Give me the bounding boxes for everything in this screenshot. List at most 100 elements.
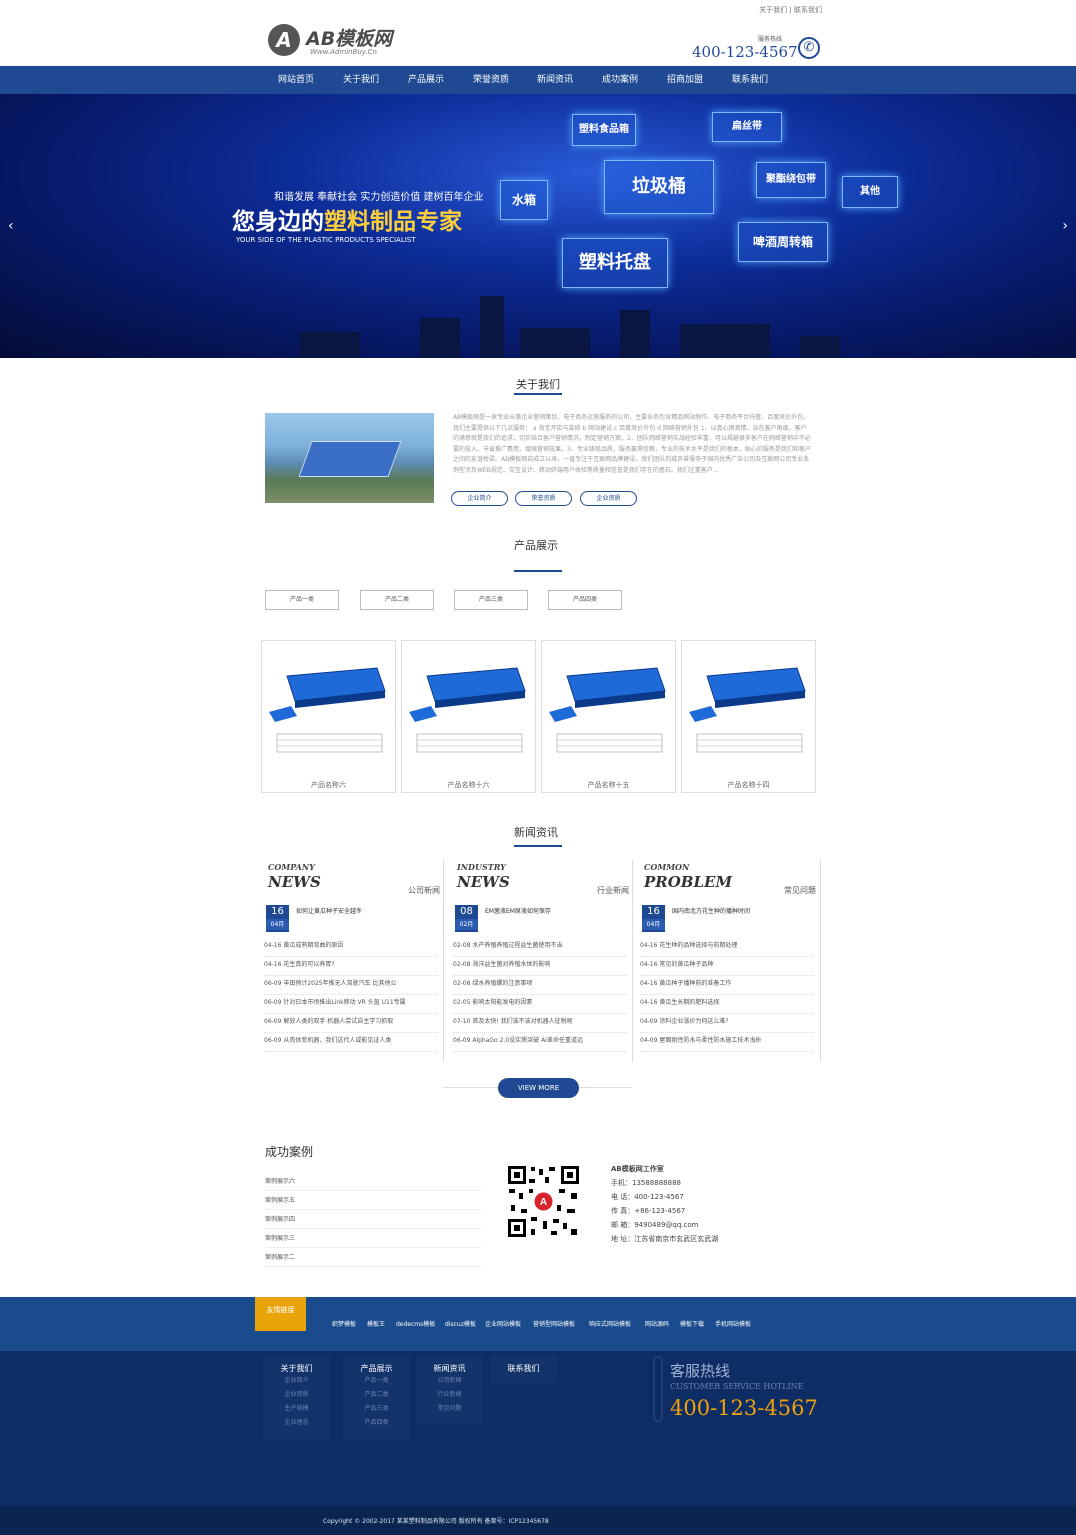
news-row[interactable]: 04-16 花生种的品种选择与前期处理	[640, 938, 814, 957]
case-item[interactable]: 案例展示六	[265, 1172, 481, 1191]
footer-col-head[interactable]: 产品展示	[343, 1363, 410, 1374]
footer-col-head[interactable]: 关于我们	[263, 1363, 330, 1374]
news-row[interactable]: 04-16 常见的黄瓜种子品种	[640, 957, 814, 976]
friend-link[interactable]: 营销型网站模板	[533, 1319, 575, 1328]
news-row[interactable]: 02-08 绿水养殖螺的注意事项	[453, 976, 627, 995]
case-item[interactable]: 案例展示五	[265, 1191, 481, 1210]
footer-col-head[interactable]: 联系我们	[490, 1363, 557, 1374]
banner-next-arrow[interactable]: ›	[1062, 218, 1068, 234]
city-silhouette	[680, 324, 770, 358]
news-row[interactable]: 04-16 花生真的可以养胃?	[264, 957, 438, 976]
banner-box-plastic-pallet: 塑料托盘	[562, 238, 668, 288]
column-cn-title[interactable]: 公司新闻	[408, 885, 440, 896]
contact-email: 邮 箱：9490489@qq.com	[611, 1221, 699, 1229]
footer-link[interactable]: 常见问题	[416, 1402, 483, 1416]
nav-home[interactable]: 网站首页	[278, 66, 314, 94]
case-item[interactable]: 案例展示三	[265, 1229, 481, 1248]
news-row[interactable]: 06-09 解放人类的双手 机器人尝试自主学习抓取	[264, 1014, 438, 1033]
news-row[interactable]: 06-09 针对日本市场推出Link移动 VR 头盔 U11专属	[264, 995, 438, 1014]
view-more-button[interactable]: VIEW MORE	[498, 1078, 579, 1098]
product-card[interactable]: 产品名称十四	[681, 640, 816, 793]
featured-month: 02月	[455, 919, 478, 930]
friend-link[interactable]: 模板下载	[680, 1319, 704, 1328]
footer-link[interactable]: 企业资质	[263, 1388, 330, 1402]
friend-link[interactable]: 网站源码	[645, 1319, 669, 1328]
logo-icon: A	[268, 24, 300, 56]
news-row[interactable]: 04-16 黄瓜种子播种前的准备工作	[640, 976, 814, 995]
contact-mobile: 手机：13588888888	[611, 1179, 681, 1187]
nav-join[interactable]: 招商加盟	[667, 66, 703, 94]
hotline-number: 400-123-4567	[692, 43, 798, 61]
cases-title: 成功案例	[265, 1145, 314, 1159]
news-row[interactable]: 06-09 从肉体变机器，我们这代人或能见证人类	[264, 1033, 438, 1052]
banner-title-a: 您身边的	[232, 209, 324, 235]
product-category-2[interactable]: 产品二类	[360, 590, 434, 610]
pallet-image	[549, 667, 666, 753]
footer-col-head[interactable]: 新闻资讯	[416, 1363, 483, 1374]
about-btn-qualification[interactable]: 企业资质	[580, 491, 637, 506]
news-row[interactable]: 02-08 水产养殖养殖过程益生菌使用不当	[453, 938, 627, 957]
banner-box-flat-belt: 扁丝带	[712, 112, 782, 142]
news-row[interactable]: 02-08 海洋益生菌对养殖水体的影响	[453, 957, 627, 976]
product-name: 产品名称六	[311, 781, 346, 789]
case-item[interactable]: 案例展示二	[265, 1248, 481, 1267]
pallet-image	[689, 667, 806, 753]
friend-link[interactable]: 织梦模板	[332, 1319, 356, 1328]
footer-col-contact: 联系我们	[490, 1355, 557, 1383]
featured-headline[interactable]: 国内南北方花生种的播种时间	[672, 906, 750, 915]
friend-link[interactable]: discuz模板	[445, 1319, 476, 1328]
column-en-small: COMPANY	[268, 862, 315, 872]
product-category-4[interactable]: 产品四类	[548, 590, 622, 610]
friend-link[interactable]: 响应式网站模板	[589, 1319, 631, 1328]
footer-link[interactable]: 企业理念	[263, 1416, 330, 1430]
product-card[interactable]: 产品名称六	[261, 640, 396, 793]
footer-link[interactable]: 行业新闻	[416, 1388, 483, 1402]
footer-link[interactable]: 产品四类	[343, 1416, 410, 1430]
footer-link[interactable]: 产品二类	[343, 1388, 410, 1402]
footer-col-products: 产品展示 产品一类 产品二类 产品三类 产品四类	[343, 1355, 410, 1440]
friend-link[interactable]: dedecms模板	[396, 1319, 435, 1328]
footer-link[interactable]: 生产规模	[263, 1402, 330, 1416]
friend-link[interactable]: 模板王	[367, 1319, 385, 1328]
nav-contact[interactable]: 联系我们	[732, 66, 768, 94]
product-name: 产品名称十四	[727, 781, 770, 789]
friend-link[interactable]: 企业网站模板	[485, 1319, 521, 1328]
news-row[interactable]: 02-05 影响太阳能发电的因素	[453, 995, 627, 1014]
about-btn-profile[interactable]: 企业简介	[451, 491, 508, 506]
news-row[interactable]: 04-16 黄瓜成熟期弯曲的原因	[264, 938, 438, 957]
footer-link[interactable]: 产品一类	[343, 1374, 410, 1388]
product-category-1[interactable]: 产品一类	[265, 590, 339, 610]
nav-products[interactable]: 产品展示	[408, 66, 444, 94]
top-links[interactable]: 关于我们 | 联系我们	[759, 5, 822, 15]
banner-title: 您身边的塑料制品专家	[232, 202, 462, 236]
column-cn-title[interactable]: 常见问题	[784, 885, 816, 896]
nav-about[interactable]: 关于我们	[343, 66, 379, 94]
friend-link[interactable]: 手机网站模板	[715, 1319, 751, 1328]
news-row[interactable]: 07-10 首及太快! 我们该不该对机器人征税呢	[453, 1014, 627, 1033]
news-row[interactable]: 06-09 AlphaGo 2.0没实质突破 AI革命任重道远	[453, 1033, 627, 1052]
column-en-small: COMMON	[644, 862, 690, 872]
nav-news[interactable]: 新闻资讯	[537, 66, 573, 94]
footer-link[interactable]: 产品三类	[343, 1402, 410, 1416]
product-card[interactable]: 产品名称十六	[401, 640, 536, 793]
column-en-small: INDUSTRY	[457, 862, 506, 872]
banner-prev-arrow[interactable]: ‹	[8, 218, 14, 234]
column-cn-title[interactable]: 行业新闻	[597, 885, 629, 896]
site-logo[interactable]: A AB模板网 Www.AdminBuy.Cn	[268, 24, 418, 58]
featured-headline[interactable]: EM菌液EM原液如何保存	[485, 906, 551, 915]
nav-honors[interactable]: 荣誉资质	[473, 66, 509, 94]
footer-link[interactable]: 公司新闻	[416, 1374, 483, 1388]
featured-date: 08 02月	[455, 905, 478, 932]
case-item[interactable]: 案例展示四	[265, 1210, 481, 1229]
news-row[interactable]: 06-09 丰田预计2025年推无人驾驶汽车 比其他公	[264, 976, 438, 995]
news-row[interactable]: 04-09 涂料企业涨价为何这么难?	[640, 1014, 814, 1033]
about-btn-honors[interactable]: 荣誉资质	[515, 491, 572, 506]
news-row[interactable]: 04-16 黄瓜生长期的肥料选择	[640, 995, 814, 1014]
news-row[interactable]: 04-09 屋面刚性防水与柔性防水施工技术浅析	[640, 1033, 814, 1052]
phone-silhouette-icon	[653, 1356, 663, 1422]
featured-headline[interactable]: 如何让黄瓜种子安全越冬	[296, 906, 362, 915]
product-card[interactable]: 产品名称十五	[541, 640, 676, 793]
footer-link[interactable]: 企业简介	[263, 1374, 330, 1388]
nav-cases[interactable]: 成功案例	[602, 66, 638, 94]
product-category-3[interactable]: 产品三类	[454, 590, 528, 610]
